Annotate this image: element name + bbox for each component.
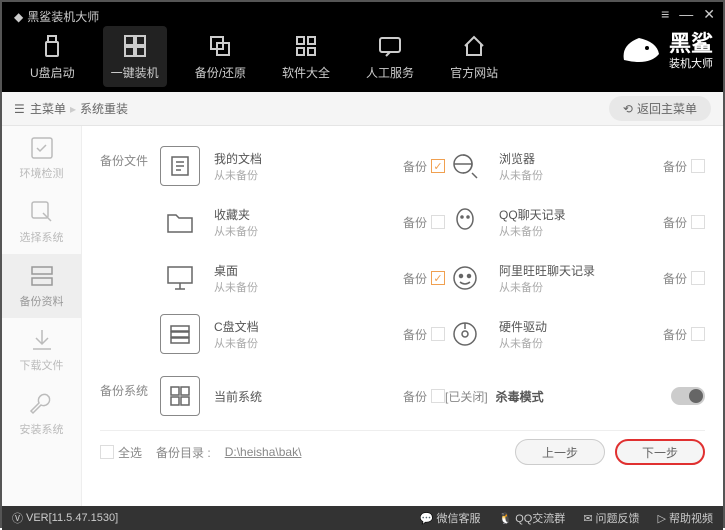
logo: 黑鲨 装机大师 — [619, 30, 713, 74]
chat-icon — [366, 32, 414, 60]
sidebar-item-env[interactable]: 环境检测 — [2, 126, 81, 190]
disk-icon — [445, 314, 485, 354]
nav-tabs: U盘启动 一键装机 备份/还原 软件大全 人工服务 官方网站 — [22, 26, 506, 87]
server-icon — [29, 263, 55, 289]
browser-icon — [445, 146, 485, 186]
system-icon — [160, 376, 200, 416]
footer-help[interactable]: ▷ 帮助视频 — [658, 510, 713, 526]
menu-icon[interactable]: ≡ — [661, 6, 669, 23]
checkbox[interactable]: ✓ — [431, 159, 445, 173]
wrench-icon — [29, 391, 55, 417]
cursor-icon — [29, 199, 55, 225]
kill-status: [已关闭] — [445, 388, 488, 405]
checkbox[interactable] — [691, 327, 705, 341]
nav-install[interactable]: 一键装机 — [103, 26, 167, 87]
kill-toggle[interactable] — [671, 387, 705, 405]
chevron-right-icon: ▸ — [70, 102, 76, 116]
section-system-title: 备份系统 — [100, 368, 160, 424]
item-name: 浏览器 — [499, 150, 663, 167]
breadcrumb-home[interactable]: 主菜单 — [30, 100, 66, 117]
backup-path-link[interactable]: D:\heisha\bak\ — [225, 445, 302, 459]
item-sub: 从未备份 — [499, 167, 663, 183]
header: ◆ 黑鲨装机大师 ≡ — ✕ U盘启动 一键装机 备份/还原 软件大全 人工服务 — [2, 2, 723, 92]
checkbox[interactable] — [431, 215, 445, 229]
menu-icon[interactable] — [14, 102, 26, 116]
breadcrumb-current: 系统重装 — [80, 100, 128, 117]
nav-backup[interactable]: 备份/还原 — [187, 26, 254, 87]
version-label: Ⓥ VER[11.5.47.1530] — [12, 510, 118, 526]
sidebar: 环境检测 选择系统 备份资料 下载文件 安装系统 — [2, 126, 82, 506]
checkbox[interactable] — [431, 327, 445, 341]
checkbox[interactable] — [691, 215, 705, 229]
footer: Ⓥ VER[11.5.47.1530] 💬 微信客服 🐧 QQ交流群 ✉ 问题反… — [2, 506, 723, 530]
sidebar-item-backup[interactable]: 备份资料 — [2, 254, 81, 318]
return-button[interactable]: ⟲ 返回主菜单 — [609, 96, 711, 121]
item-name: 我的文档 — [214, 150, 403, 167]
footer-feedback[interactable]: ✉ 问题反馈 — [583, 510, 639, 526]
checkbox[interactable]: ✓ — [431, 271, 445, 285]
folder-icon — [160, 202, 200, 242]
select-all-checkbox[interactable] — [100, 445, 114, 459]
copy-icon — [195, 32, 246, 60]
section-files-title: 备份文件 — [100, 138, 160, 362]
next-button[interactable]: 下一步 — [615, 439, 705, 465]
bottom-bar: 全选 备份目录 : D:\heisha\bak\ 上一步 下一步 — [100, 430, 705, 473]
checkbox[interactable] — [691, 159, 705, 173]
minimize-icon[interactable]: — — [679, 6, 693, 23]
sidebar-item-download[interactable]: 下载文件 — [2, 318, 81, 382]
sidebar-item-install[interactable]: 安装系统 — [2, 382, 81, 446]
sidebar-item-select[interactable]: 选择系统 — [2, 190, 81, 254]
app-title: ◆ 黑鲨装机大师 — [14, 8, 99, 25]
item-sub: 从未备份 — [214, 167, 403, 183]
breadcrumb: 主菜单 ▸ 系统重装 ⟲ 返回主菜单 — [2, 92, 723, 126]
shark-icon — [619, 30, 663, 74]
return-icon: ⟲ — [623, 102, 633, 116]
qq-icon — [445, 202, 485, 242]
nav-usb[interactable]: U盘启动 — [22, 26, 83, 87]
download-icon — [29, 327, 55, 353]
document-icon — [160, 146, 200, 186]
wangwang-icon — [445, 258, 485, 298]
main-content: 备份文件 我的文档从未备份 备份 ✓ 浏览器从未备份 备份 — [82, 126, 723, 506]
footer-qq[interactable]: 🐧 QQ交流群 — [498, 510, 565, 526]
checkbox[interactable] — [691, 271, 705, 285]
drive-icon — [160, 314, 200, 354]
close-icon[interactable]: ✕ — [703, 6, 715, 23]
window-controls: ≡ — ✕ — [661, 6, 715, 23]
footer-wechat[interactable]: 💬 微信客服 — [420, 510, 481, 526]
grid-icon — [282, 32, 330, 60]
desktop-icon — [160, 258, 200, 298]
usb-icon — [30, 32, 75, 60]
prev-button[interactable]: 上一步 — [515, 439, 605, 465]
home-icon — [450, 32, 498, 60]
kill-label: 杀毒模式 — [496, 388, 544, 405]
check-icon — [29, 135, 55, 161]
nav-software[interactable]: 软件大全 — [274, 26, 338, 87]
checkbox[interactable] — [431, 389, 445, 403]
nav-service[interactable]: 人工服务 — [358, 26, 422, 87]
nav-website[interactable]: 官方网站 — [442, 26, 506, 87]
windows-icon — [111, 32, 159, 60]
app-icon: ◆ — [14, 10, 23, 24]
